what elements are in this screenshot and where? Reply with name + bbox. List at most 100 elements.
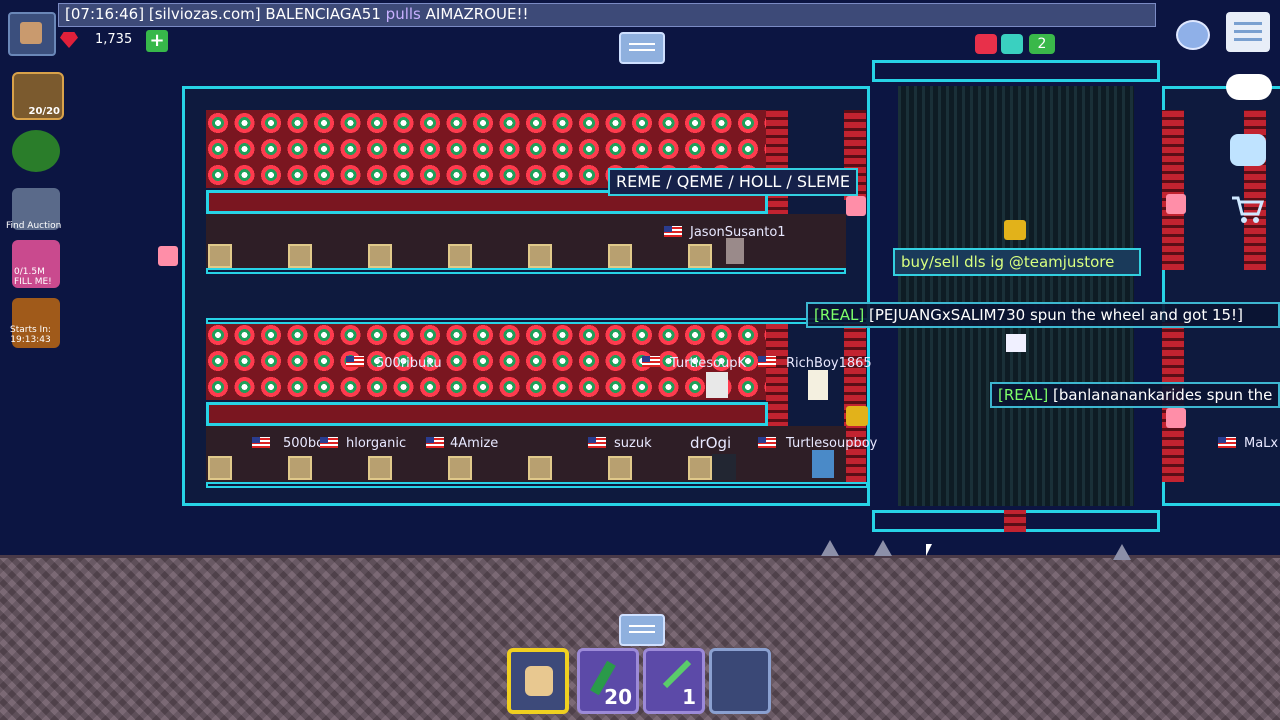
player-name[interactable]: Turtlesoupboy [786, 436, 877, 451]
player-name[interactable]: 4Amize [450, 436, 498, 451]
chat-pulldown-button[interactable] [619, 32, 665, 64]
booth-slot[interactable] [608, 244, 632, 268]
player-name[interactable]: suzuk [614, 436, 652, 451]
flag-icon [758, 437, 776, 448]
hotbar-slot-fist[interactable] [507, 648, 569, 714]
flag-icon [758, 356, 776, 367]
hotbar-slot-seed[interactable]: 20 [577, 648, 639, 714]
backpack-button[interactable]: 20/20 [12, 72, 64, 120]
booth-slot[interactable] [528, 456, 552, 480]
backpack-label: 20/20 [28, 106, 60, 117]
player-name[interactable]: RichBoy1865 [786, 356, 872, 371]
lock-icon[interactable] [846, 196, 866, 216]
player-name[interactable]: hlorganic [346, 436, 406, 451]
hotbar-slot-wrench[interactable]: 1 [643, 648, 705, 714]
tree-icon [821, 540, 839, 556]
player-name[interactable]: 500bc [283, 436, 323, 451]
lock-icon[interactable] [1166, 194, 1186, 214]
piggy-amount: 0/1.5M [14, 267, 45, 277]
buy-gems-button[interactable]: + [146, 30, 168, 52]
item-count: 1 [682, 685, 696, 709]
broadcast-message: [REAL] [banlananankarides spun the [990, 382, 1280, 408]
store-button[interactable] [12, 130, 60, 172]
shop-cart-icon[interactable] [1230, 194, 1265, 224]
world-lock-icon[interactable] [846, 406, 868, 426]
tree-icon [1113, 544, 1131, 560]
booth-slot[interactable] [608, 456, 632, 480]
broadcast-tag: [REAL] [998, 386, 1049, 404]
auction-label: Find Auction [6, 221, 62, 231]
lock-icon[interactable] [1166, 408, 1186, 428]
gem-count: 1,735 [95, 32, 133, 47]
booth-slot[interactable] [528, 244, 552, 268]
player-character[interactable] [808, 370, 828, 400]
floor-top [206, 268, 846, 274]
flag-icon [252, 437, 270, 448]
player-avatar-button[interactable] [8, 12, 56, 56]
booth-slot[interactable] [448, 244, 472, 268]
lock-icon[interactable] [158, 246, 178, 266]
player-character[interactable] [726, 238, 744, 264]
piggy-label: 0/1.5M FILL ME! [14, 267, 52, 287]
booth-slot[interactable] [688, 244, 712, 268]
tree-icon [874, 540, 892, 556]
flag-icon [346, 356, 364, 367]
booth-slot[interactable] [688, 456, 712, 480]
booth-slot[interactable] [448, 456, 472, 480]
player-character[interactable] [1006, 334, 1026, 352]
world-lock-icon[interactable] [1004, 220, 1026, 240]
player-character[interactable] [706, 372, 728, 398]
chat-banner[interactable]: [07:16:46] [silviozas.com] BALENCIAGA51 … [58, 3, 1156, 27]
trade-sign[interactable]: buy/sell dls ig @teamjustore [893, 248, 1141, 276]
world-sign[interactable]: REME / QEME / HOLL / SLEME [608, 168, 858, 196]
booth-slot[interactable] [208, 244, 232, 268]
chat-bubble-icon[interactable] [1226, 74, 1272, 100]
status-icon [1001, 34, 1023, 54]
broadcast-tag: [REAL] [814, 306, 865, 324]
piggy-sub: FILL ME! [14, 277, 52, 287]
chat-time: [07:16:46] [65, 5, 145, 23]
player-name[interactable]: MaLx [1244, 436, 1278, 451]
booth-slot[interactable] [288, 456, 312, 480]
booth-slot[interactable] [288, 244, 312, 268]
booth-slot[interactable] [208, 456, 232, 480]
flag-icon [320, 437, 338, 448]
tower-grate [898, 86, 1134, 506]
menu-icon[interactable] [1226, 12, 1270, 52]
player-character[interactable] [712, 454, 736, 480]
chat-source: [silviozas.com] [148, 5, 261, 23]
red-pillar [844, 322, 866, 482]
cursor-icon [926, 544, 932, 556]
player-character[interactable] [812, 450, 834, 478]
divider-mid [206, 318, 868, 324]
inventory-pullup-button[interactable] [619, 614, 665, 646]
tower-roof [872, 60, 1160, 82]
status-icon [975, 34, 997, 54]
broadcast-message: [REAL] [PEJUANGxSALIM730 spun the wheel … [806, 302, 1280, 328]
wrench-icon [662, 659, 692, 689]
item-count: 20 [604, 685, 632, 709]
player-name[interactable]: drOgi [690, 434, 731, 452]
broadcast-text: [PEJUANGxSALIM730 spun the wheel and got… [869, 306, 1243, 324]
chat-action: pulls [385, 5, 421, 23]
booth-slot[interactable] [368, 244, 392, 268]
flag-icon [588, 437, 606, 448]
door[interactable] [1004, 510, 1026, 532]
ledge-bottom [206, 402, 768, 426]
event-timer: 19:13:43 [10, 335, 51, 345]
hotbar-slot-empty[interactable] [709, 648, 771, 714]
floor-bottom [206, 482, 868, 488]
flag-icon [642, 356, 660, 367]
status-effects[interactable]: 2 [975, 32, 1057, 56]
globe-icon[interactable] [1176, 20, 1210, 50]
status-count: 2 [1029, 34, 1055, 54]
fist-icon [525, 666, 553, 696]
event-label: Starts In: 19:13:43 [10, 325, 51, 345]
player-name[interactable]: 500ribuku [376, 356, 442, 371]
player-name[interactable]: TurtlesoupK [670, 356, 746, 371]
emote-icon[interactable] [1230, 134, 1266, 166]
red-pillar [1162, 110, 1184, 270]
chat-target: AIMAZROUE!! [425, 5, 529, 23]
booth-slot[interactable] [368, 456, 392, 480]
flag-icon [1218, 437, 1236, 448]
